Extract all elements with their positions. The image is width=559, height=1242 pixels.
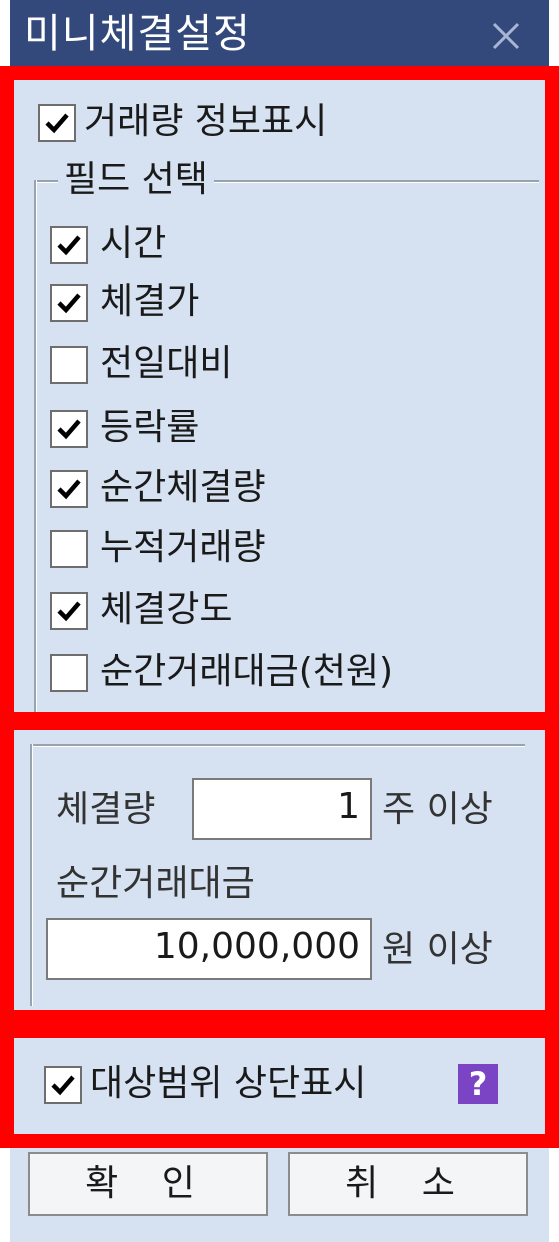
highlight-box-target (0, 1024, 559, 1148)
highlight-box-filters (0, 716, 559, 1024)
ok-button[interactable]: 확 인 (28, 1152, 268, 1216)
cancel-button[interactable]: 취 소 (288, 1152, 528, 1216)
window-title: 미니체결설정 (24, 11, 251, 57)
close-icon[interactable] (486, 16, 526, 56)
highlight-box-fields (0, 66, 559, 726)
